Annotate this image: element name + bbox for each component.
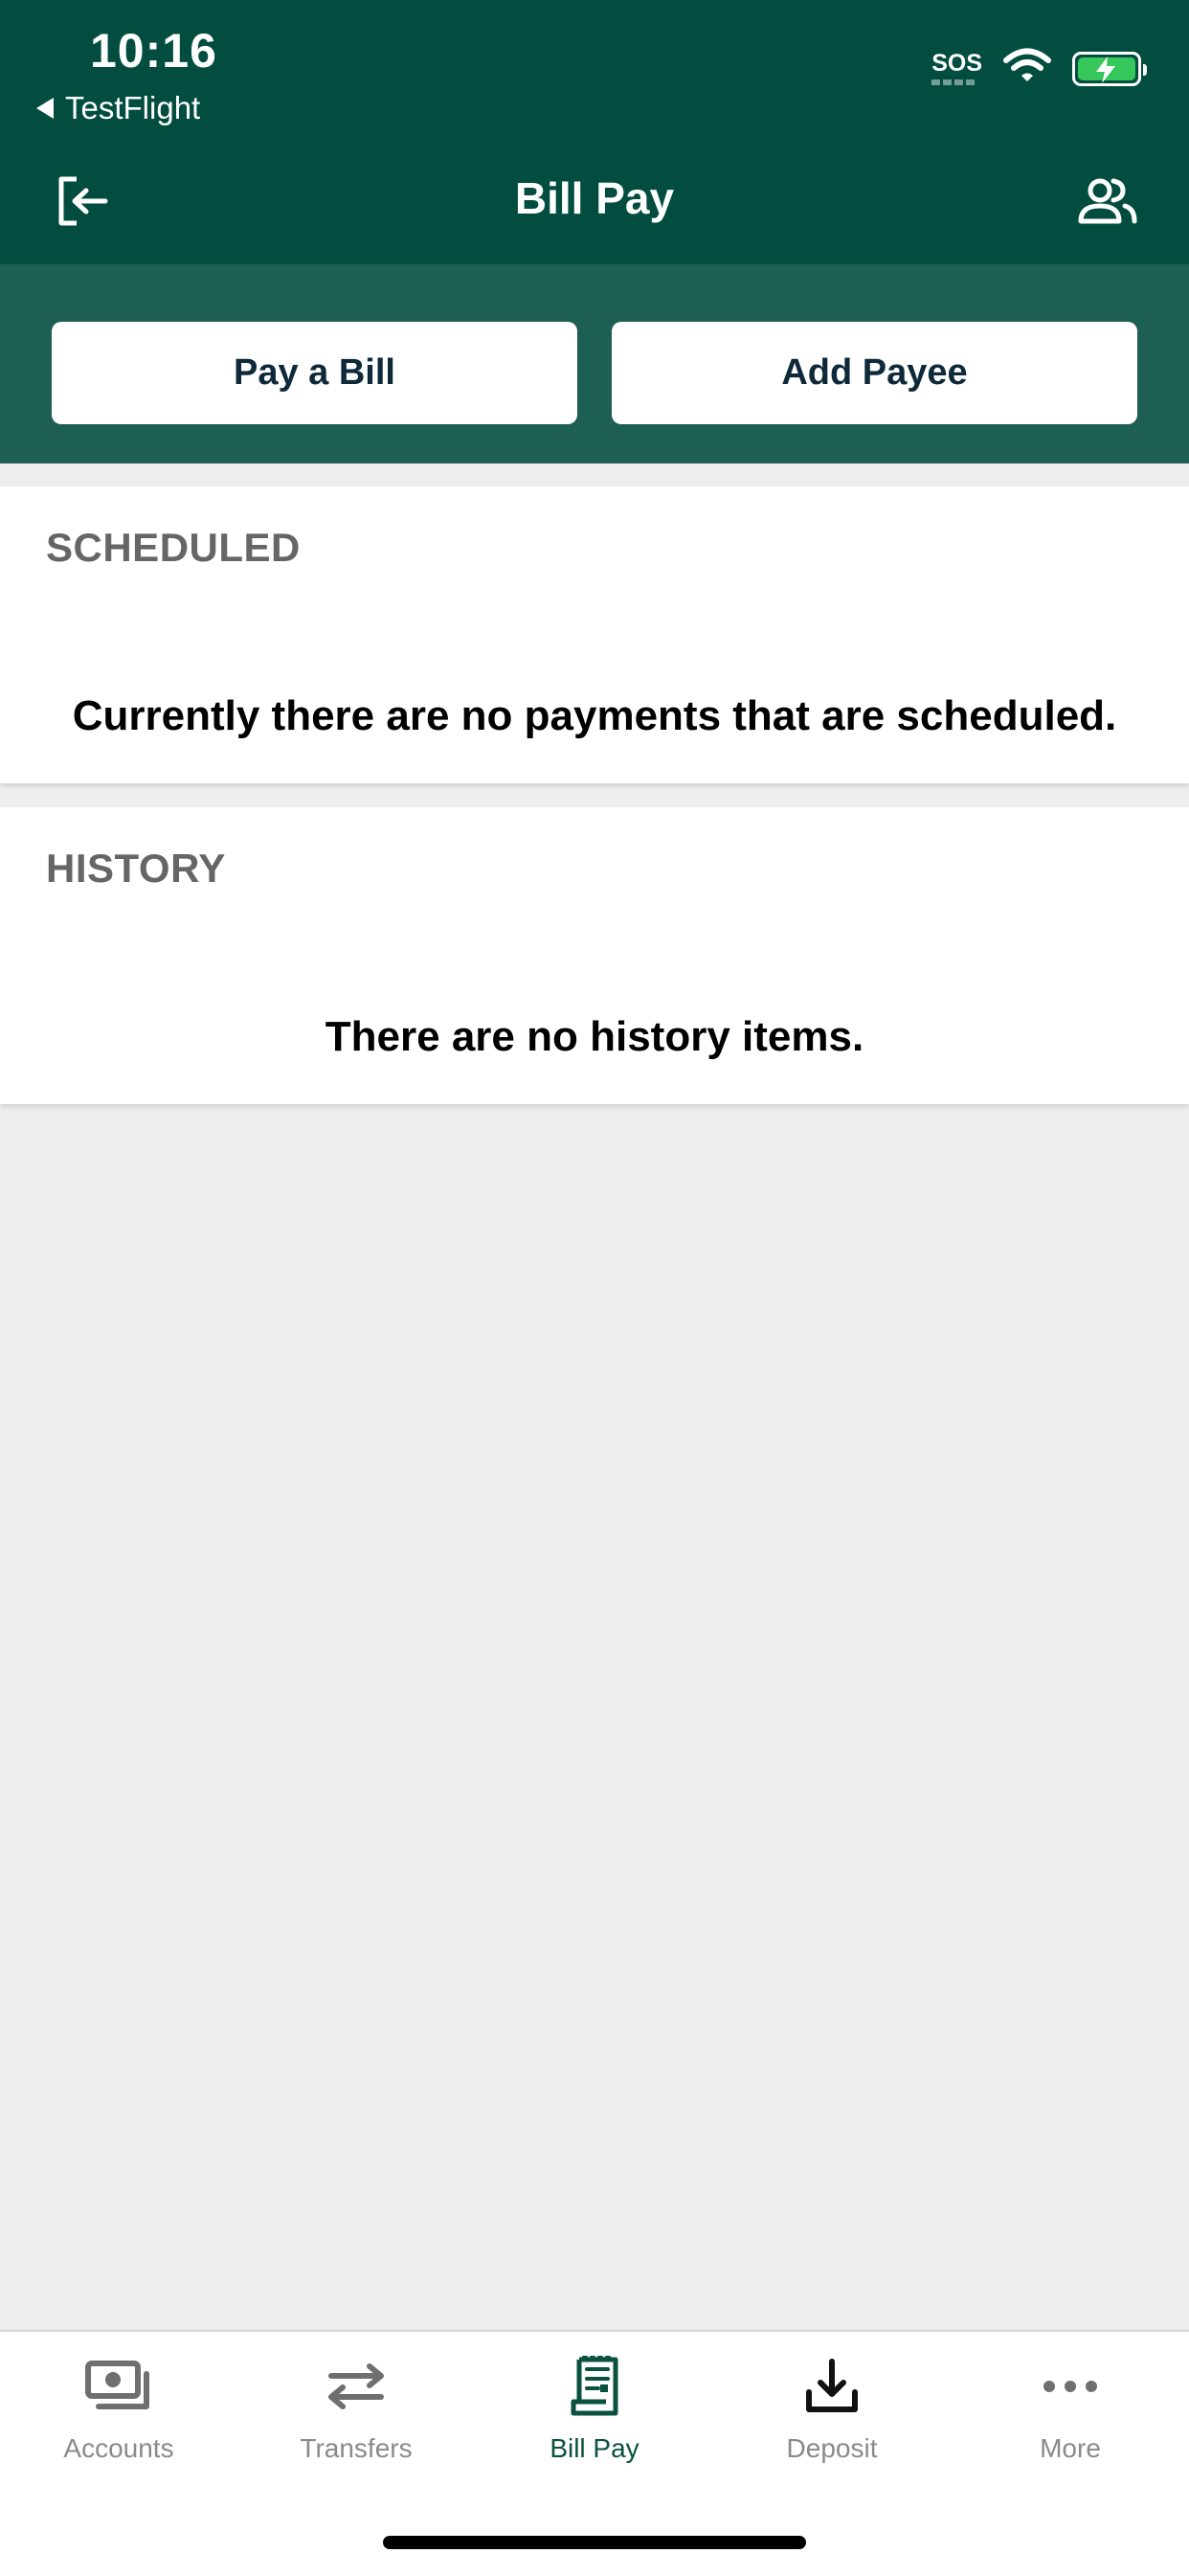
tab-label-bill-pay: Bill Pay bbox=[550, 2433, 639, 2463]
tab-label-deposit: Deposit bbox=[786, 2433, 878, 2463]
more-icon bbox=[1032, 2353, 1109, 2420]
scheduled-heading: SCHEDULED bbox=[46, 525, 301, 570]
tab-accounts[interactable]: Accounts bbox=[0, 2353, 237, 2497]
tab-label-accounts: Accounts bbox=[63, 2433, 174, 2463]
history-empty-message: There are no history items. bbox=[325, 1013, 864, 1060]
battery-charging-icon bbox=[1072, 51, 1147, 86]
status-time: 10:16 bbox=[90, 24, 217, 78]
page-title: Bill Pay bbox=[514, 173, 675, 223]
tab-more[interactable]: More bbox=[952, 2353, 1189, 2497]
home-indicator[interactable] bbox=[383, 2536, 806, 2549]
back-to-app-link[interactable]: TestFlight bbox=[36, 90, 200, 126]
back-app-label: TestFlight bbox=[65, 90, 201, 125]
tab-transfers[interactable]: Transfers bbox=[237, 2353, 475, 2497]
profile-icon[interactable] bbox=[1074, 168, 1141, 235]
pay-a-bill-button[interactable]: Pay a Bill bbox=[52, 322, 577, 424]
bill-pay-icon bbox=[556, 2353, 633, 2420]
tab-deposit[interactable]: Deposit bbox=[713, 2353, 951, 2497]
accounts-icon bbox=[80, 2353, 157, 2420]
add-payee-button[interactable]: Add Payee bbox=[612, 322, 1137, 424]
sos-label: SOS bbox=[931, 50, 982, 77]
scheduled-empty-message: Currently there are no payments that are… bbox=[72, 692, 1117, 739]
tab-bill-pay[interactable]: Bill Pay bbox=[476, 2353, 713, 2497]
tab-label-transfers: Transfers bbox=[300, 2433, 413, 2463]
status-indicators: SOS bbox=[931, 48, 1147, 89]
history-heading: HISTORY bbox=[46, 846, 226, 891]
transfers-icon bbox=[318, 2353, 394, 2420]
action-bar: Pay a Bill Add Payee bbox=[0, 264, 1189, 463]
tab-label-more: More bbox=[1040, 2433, 1101, 2463]
deposit-icon bbox=[794, 2353, 870, 2420]
history-section: HISTORY There are no history items. bbox=[0, 807, 1189, 1104]
scheduled-section: SCHEDULED Currently there are no payment… bbox=[0, 486, 1189, 783]
wifi-icon bbox=[1003, 48, 1051, 89]
back-triangle-icon bbox=[36, 98, 54, 119]
sos-indicator: SOS bbox=[931, 52, 982, 85]
app-header: 10:16 TestFlight SOS Bill Pay bbox=[0, 0, 1189, 264]
